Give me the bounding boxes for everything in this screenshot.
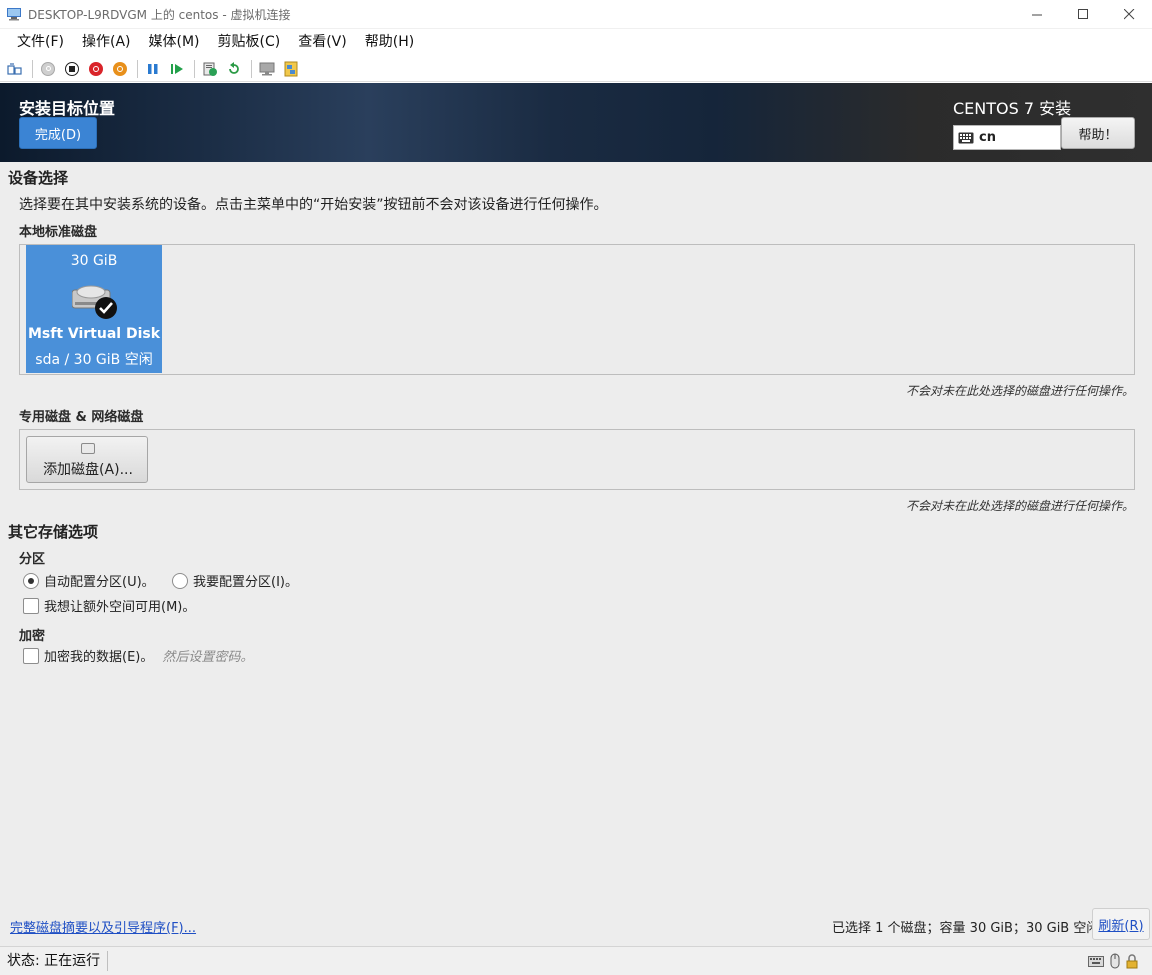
menu-media[interactable]: 媒体(M) (140, 29, 209, 56)
auto-partition-label: 自动配置分区(U)。 (44, 575, 155, 590)
disk-size: 30 GiB (70, 253, 118, 269)
storage-destination-content: 设备选择 选择要在其中安装系统的设备。点击主菜单中的“开始安装”按钮前不会对该设… (0, 162, 1152, 946)
add-disk-button[interactable]: 添加磁盘(A)... (26, 436, 148, 483)
toolbar-separator (194, 59, 195, 78)
turn-off-icon[interactable] (61, 58, 83, 80)
extra-space-label: 我想让额外空间可用(M)。 (44, 600, 196, 615)
ctrl-alt-del-icon[interactable] (4, 58, 26, 80)
lock-status-icon (1126, 953, 1138, 968)
other-storage-title: 其它存储选项 (8, 523, 99, 541)
disk-sda-tile[interactable]: 30 GiB Msft Virtual Disk sda / 30 GiB 空闲 (26, 245, 162, 373)
hard-disk-icon (72, 285, 117, 319)
checkpoint-icon[interactable] (199, 58, 221, 80)
close-icon[interactable] (1106, 0, 1152, 29)
share-icon[interactable] (280, 58, 302, 80)
encrypt-hint: 然后设置密码。 (162, 650, 254, 665)
extra-space-option[interactable]: 我想让额外空间可用(M)。 (23, 596, 195, 615)
pause-icon[interactable] (142, 58, 164, 80)
power-icon[interactable] (109, 58, 131, 80)
add-disk-icon (81, 443, 95, 454)
device-selection-description: 选择要在其中安装系统的设备。点击主菜单中的“开始安装”按钮前不会对该设备进行任何… (19, 197, 608, 213)
menu-clipboard[interactable]: 剪贴板(C) (209, 29, 290, 56)
page-title: 安装目标位置 (19, 99, 116, 118)
vm-toolbar (0, 56, 1152, 82)
keyboard-layout-indicator[interactable]: cn (953, 125, 1061, 150)
vm-status: 状态: 正在运行 (7, 951, 109, 971)
menu-bar: 文件(F) 操作(A) 媒体(M) 剪贴板(C) 查看(V) 帮助(H) (0, 29, 1152, 56)
local-disks-panel (19, 244, 1135, 375)
extra-space-checkbox[interactable] (23, 597, 39, 614)
partitioning-title: 分区 (19, 552, 46, 567)
local-disks-note: 不会对未在此处选择的磁盘进行任何操作。 (905, 384, 1134, 398)
device-selection-title: 设备选择 (8, 169, 69, 187)
manual-partition-option[interactable]: 我要配置分区(I)。 (172, 571, 298, 590)
installer-header: 安装目标位置 完成(D) CENTOS 7 安装 cn 帮助！ (0, 83, 1152, 162)
auto-partition-option[interactable]: 自动配置分区(U)。 (23, 571, 155, 590)
full-disk-summary-link[interactable]: 完整磁盘摘要以及引导程序(F)... (10, 917, 196, 936)
maximize-icon[interactable] (1060, 0, 1106, 29)
local-disks-title: 本地标准磁盘 (19, 225, 98, 240)
specialized-disks-title: 专用磁盘 & 网络磁盘 (19, 410, 144, 425)
vm-connect-icon (7, 8, 21, 21)
enhanced-session-icon[interactable] (256, 58, 278, 80)
manual-partition-radio[interactable] (172, 572, 188, 589)
window-titlebar: DESKTOP-L9RDVGM 上的 centos - 虚拟机连接 (0, 0, 1152, 29)
menu-view[interactable]: 查看(V) (289, 29, 356, 56)
start-icon[interactable] (37, 58, 59, 80)
refresh-button[interactable]: 刷新(R) (1092, 908, 1150, 940)
shutdown-icon[interactable] (85, 58, 107, 80)
keyboard-status-icon (1088, 955, 1104, 967)
encrypt-checkbox[interactable] (23, 647, 39, 664)
specialized-disks-panel (19, 429, 1135, 490)
window-title: DESKTOP-L9RDVGM 上的 centos - 虚拟机连接 (28, 7, 291, 22)
disk-details: sda / 30 GiB 空闲 (35, 352, 153, 368)
mouse-status-icon (1110, 953, 1120, 969)
selection-summary: 已选择 1 个磁盘；容量 30 GiB；30 GiB 空闲 (832, 921, 1100, 936)
keyboard-layout-label: cn (979, 130, 996, 145)
keyboard-icon (958, 132, 974, 143)
add-disk-label: 添加磁盘(A)... (43, 462, 133, 478)
auto-partition-radio[interactable] (23, 572, 39, 589)
encrypt-option[interactable]: 加密我的数据(E)。 然后设置密码。 (23, 646, 253, 665)
revert-icon[interactable] (223, 58, 245, 80)
help-button[interactable]: 帮助！ (1061, 117, 1135, 149)
encryption-title: 加密 (19, 629, 46, 644)
toolbar-separator (32, 59, 33, 78)
disk-name: Msft Virtual Disk (27, 326, 161, 342)
vm-statusbar: 状态: 正在运行 (0, 946, 1152, 975)
done-button[interactable]: 完成(D) (19, 117, 97, 149)
toolbar-separator (251, 59, 252, 78)
menu-action[interactable]: 操作(A) (73, 29, 140, 56)
minimize-icon[interactable] (1014, 0, 1060, 29)
encrypt-label: 加密我的数据(E)。 (44, 650, 154, 665)
toolbar-separator (137, 59, 138, 78)
menu-help[interactable]: 帮助(H) (356, 29, 423, 56)
specialized-disks-note: 不会对未在此处选择的磁盘进行任何操作。 (905, 499, 1134, 513)
manual-partition-label: 我要配置分区(I)。 (193, 575, 298, 590)
menu-file[interactable]: 文件(F) (8, 29, 73, 56)
resume-icon[interactable] (166, 58, 188, 80)
product-title: CENTOS 7 安装 (953, 99, 1072, 118)
